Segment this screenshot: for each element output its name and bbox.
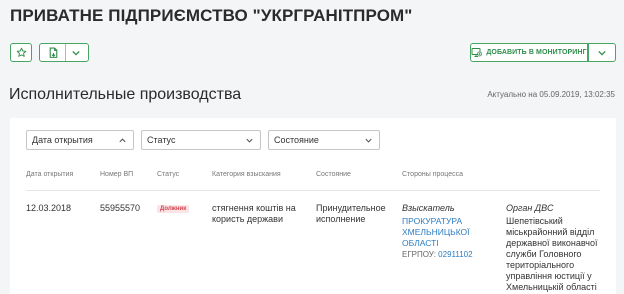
column-header-number[interactable]: Номер ВП — [100, 171, 133, 178]
status-filter-select[interactable]: Статус — [141, 130, 261, 150]
organ-role: Орган ДВС — [506, 203, 554, 213]
monitor-icon — [471, 48, 483, 57]
column-header-parties[interactable]: Стороны процесса — [402, 171, 463, 178]
edrpou-code-link[interactable]: 02911102 — [438, 250, 472, 259]
party-edrpou: ЕГРПОУ: 02911102 — [402, 249, 498, 260]
chevron-down-icon — [246, 138, 253, 143]
cell-organ: Орган ДВС Шепетівський міськрайонний від… — [506, 203, 604, 293]
favorite-button[interactable] — [10, 43, 32, 62]
cell-state: Принудительное исполнение — [316, 203, 386, 224]
cell-parties: Взыскатель ПРОКУРАТУРА ХМЕЛЬНИЦЬКОЇ ОБЛА… — [402, 203, 498, 260]
column-header-state[interactable]: Состояние — [316, 171, 351, 178]
party-name-link[interactable]: ПРОКУРАТУРА ХМЕЛЬНИЦЬКОЇ ОБЛАСТІ — [402, 216, 498, 249]
add-to-monitoring-label: ДОБАВИТЬ В МОНИТОРИНГ — [486, 49, 587, 56]
chevron-down-icon — [365, 138, 372, 143]
column-header-date[interactable]: Дата открытия — [26, 171, 73, 178]
organ-name: Шепетівський міськрайонний відділ держав… — [506, 216, 598, 292]
add-to-monitoring-button[interactable]: ДОБАВИТЬ В МОНИТОРИНГ — [470, 43, 588, 62]
star-icon — [16, 47, 26, 57]
updated-timestamp: Актуально на 05.09.2019, 13:02:35 — [487, 90, 615, 99]
cell-number: 55955570 — [100, 203, 141, 213]
header-divider — [26, 190, 600, 191]
column-header-status[interactable]: Статус — [157, 171, 179, 178]
chevron-up-icon — [119, 138, 126, 143]
chevron-down-icon — [72, 50, 80, 56]
party-role: Взыскатель — [402, 203, 455, 213]
document-action-button[interactable] — [39, 43, 89, 62]
document-icon — [49, 47, 58, 58]
cell-date: 12.03.2018 — [26, 203, 72, 213]
status-badge: Должник — [157, 205, 190, 213]
section-title: Исполнительные производства — [9, 86, 242, 103]
company-title: ПРИВАТНЕ ПІДПРИЄМСТВО "УКРГРАНІТПРОМ" — [10, 6, 413, 25]
edrpou-label: ЕГРПОУ: — [402, 250, 436, 259]
date-filter-select[interactable]: Дата открытия — [26, 130, 134, 150]
button-divider — [65, 43, 66, 62]
status-filter-label: Статус — [147, 135, 176, 145]
date-filter-label: Дата открытия — [32, 135, 93, 145]
state-filter-select[interactable]: Состояние — [268, 130, 380, 150]
proceedings-card: Дата открытия Статус Состояние Дата откр… — [10, 118, 616, 294]
cell-category: стягнення коштів на користь держави — [212, 203, 296, 224]
column-header-category[interactable]: Категория взыскания — [212, 171, 281, 178]
state-filter-label: Состояние — [274, 135, 319, 145]
chevron-down-icon — [598, 50, 606, 56]
monitoring-options-button[interactable] — [588, 43, 616, 62]
